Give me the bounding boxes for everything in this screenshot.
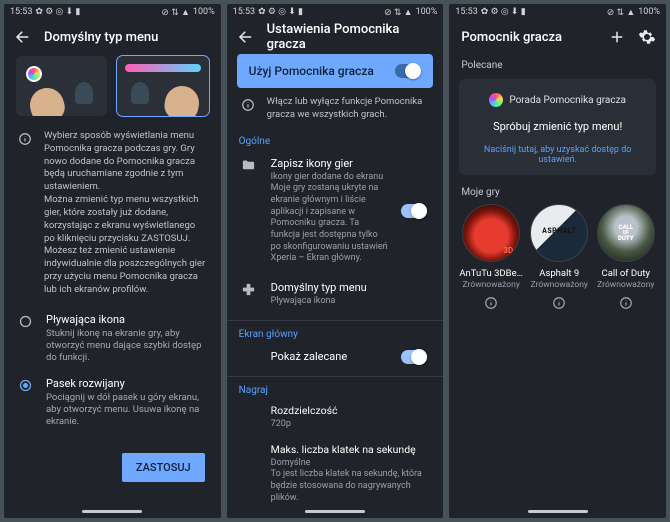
gear-icon[interactable]: [638, 28, 656, 46]
game-name: Asphalt 9: [529, 268, 590, 279]
color-wheel-icon: [489, 93, 503, 107]
status-icons: ✿ ⚙ ◎ ⬇ ▮: [258, 7, 303, 17]
radio-floating-title: Pływająca ikona: [46, 313, 207, 326]
game-art: 3D: [462, 204, 520, 262]
page-title: Domyślny typ menu: [44, 30, 211, 45]
signal-icon: ⊘ ⇅ ▲: [161, 7, 189, 18]
radio-pulldown-desc: Pociągnij w dół pasek u góry ekranu, aby…: [46, 392, 207, 429]
promo-message: Spróbuj zmienić typ menu!: [469, 120, 646, 133]
master-toggle-desc: Włącz lub wyłącz funkcje Pomocnika gracz…: [267, 96, 430, 122]
screen-settings: 15:53 ✿ ⚙ ◎ ⬇ ▮ ⊘ ⇅ ▲ 100% Ustawienia Po…: [227, 4, 444, 518]
radio-floating[interactable]: Pływająca ikona Stuknij ikonę na ekranie…: [4, 307, 221, 371]
info-icon: [241, 96, 257, 122]
game-name: Call of Duty: [596, 268, 657, 279]
back-icon[interactable]: [14, 28, 32, 46]
game-name: AnTuTu 3DBe…: [459, 268, 523, 279]
status-time: 15:53: [233, 7, 255, 17]
game-card[interactable]: ASPHALT Asphalt 9 Zrównoważony: [529, 204, 590, 313]
promo-link[interactable]: Naciśnij tutaj, aby uzyskać dostęp do us…: [469, 145, 646, 165]
section-record: Nagraj: [227, 381, 444, 398]
menu-type-title: Domyślny typ menu: [271, 281, 430, 294]
switch-on-icon[interactable]: [401, 204, 427, 218]
fps-title: Maks. liczba klatek na sekundę: [271, 443, 430, 456]
page-title: Ustawienia Pomocnika gracza: [267, 22, 434, 52]
radio-pulldown[interactable]: Pasek rozwijany Pociągnij w dół pasek u …: [4, 371, 221, 435]
game-art: CALLOFDUTY: [597, 204, 655, 262]
gear-icon: ✿ ⚙ ◎ ⬇ ▮: [35, 7, 80, 17]
info-icon[interactable]: [529, 296, 590, 313]
status-bar: 15:53 ✿ ⚙ ◎ ⬇ ▮ ⊘ ⇅ ▲ 100%: [4, 4, 221, 20]
game-mode: Zrównoważony: [529, 280, 590, 290]
promo-card[interactable]: Porada Pomocnika gracza Spróbuj zmienić …: [459, 79, 656, 175]
status-time: 15:53: [10, 7, 32, 17]
section-my-games: Moje gry: [449, 181, 666, 200]
game-mode: Zrównoważony: [596, 280, 657, 290]
save-icons-desc: Ikony gier dodane do ekranu Moje gry zos…: [271, 172, 390, 266]
switch-on-icon[interactable]: [401, 350, 427, 364]
add-icon[interactable]: [608, 28, 626, 46]
promo-chip: Porada Pomocnika gracza: [489, 93, 626, 107]
info-block: Wybierz sposób wyświetlania menu Pomocni…: [4, 124, 221, 307]
info-text: Wybierz sposób wyświetlania menu Pomocni…: [44, 130, 207, 297]
app-bar: Ustawienia Pomocnika gracza: [227, 20, 444, 54]
app-bar: Domyślny typ menu: [4, 20, 221, 54]
game-art: ASPHALT: [530, 204, 588, 262]
save-icons-title: Zapisz ikony gier: [271, 157, 390, 170]
setting-show-recommended[interactable]: Pokaż zalecane: [227, 342, 444, 372]
setting-menu-type[interactable]: Domyślny typ menu Pływająca ikona: [227, 273, 444, 316]
back-icon[interactable]: [237, 28, 255, 46]
setting-max-fps[interactable]: Maks. liczba klatek na sekundę Domyślne …: [227, 437, 444, 505]
screen-default-menu-type: 15:53 ✿ ⚙ ◎ ⬇ ▮ ⊘ ⇅ ▲ 100% Domyślny typ …: [4, 4, 221, 518]
signal-icon: ⊘ ⇅ ▲: [384, 7, 412, 18]
dpad-icon: [241, 281, 259, 300]
game-card[interactable]: 3D AnTuTu 3DBe… Zrównoważony: [459, 204, 523, 313]
battery-text: 100%: [638, 7, 660, 17]
radio-on-icon: [18, 377, 34, 396]
show-rec-title: Pokaż zalecane: [271, 350, 390, 363]
radio-off-icon: [18, 313, 34, 332]
info-icon[interactable]: [596, 296, 657, 313]
info-icon[interactable]: [459, 296, 523, 313]
setting-resolution[interactable]: Rozdzielczość 720p: [227, 398, 444, 437]
section-home: Ekran główny: [227, 325, 444, 342]
nav-bar: [449, 504, 666, 518]
apply-button[interactable]: ZASTOSUJ: [122, 453, 205, 482]
app-bar: Pomocnik gracza: [449, 20, 666, 54]
folder-icon: [241, 157, 259, 176]
setting-save-icons[interactable]: Zapisz ikony gier Ikony gier dodane do e…: [227, 149, 444, 274]
section-recommended: Polecane: [449, 54, 666, 73]
screen-game-helper: 15:53 ✿ ⚙ ◎ ⬇ ▮ ⊘ ⇅ ▲ 100% Pomocnik grac…: [449, 4, 666, 518]
nav-bar: [4, 504, 221, 518]
status-bar: 15:53 ✿ ⚙ ◎ ⬇ ▮ ⊘ ⇅ ▲ 100%: [227, 4, 444, 20]
status-time: 15:53: [455, 7, 477, 17]
page-title: Pomocnik gracza: [461, 30, 596, 45]
switch-on-icon[interactable]: [395, 64, 421, 78]
fps-desc: Domyślne To jest liczba klatek na sekund…: [271, 458, 430, 505]
resolution-title: Rozdzielczość: [271, 404, 430, 417]
resolution-value: 720p: [271, 419, 430, 431]
signal-icon: ⊘ ⇅ ▲: [607, 7, 635, 18]
battery-text: 100%: [416, 7, 438, 17]
master-toggle-label: Użyj Pomocnika gracza: [249, 64, 374, 78]
battery-text: 100%: [193, 7, 215, 17]
nav-bar: [227, 504, 444, 518]
promo-chip-label: Porada Pomocnika gracza: [509, 95, 626, 106]
radio-floating-desc: Stuknij ikonę na ekranie gry, aby otworz…: [46, 328, 207, 365]
menu-type-desc: Pływająca ikona: [271, 296, 430, 308]
status-bar: 15:53 ✿ ⚙ ◎ ⬇ ▮ ⊘ ⇅ ▲ 100%: [449, 4, 666, 20]
option-thumb-floating[interactable]: [16, 56, 107, 116]
game-card[interactable]: CALLOFDUTY Call of Duty Zrównoważony: [596, 204, 657, 313]
info-icon: [18, 130, 34, 297]
section-general: Ogólne: [227, 132, 444, 149]
master-toggle-row[interactable]: Użyj Pomocnika gracza: [237, 54, 434, 88]
status-icons: ✿ ⚙ ◎ ⬇ ▮: [481, 7, 526, 17]
game-mode: Zrównoważony: [459, 280, 523, 290]
option-thumb-pulldown[interactable]: [117, 56, 208, 116]
radio-pulldown-title: Pasek rozwijany: [46, 377, 207, 390]
